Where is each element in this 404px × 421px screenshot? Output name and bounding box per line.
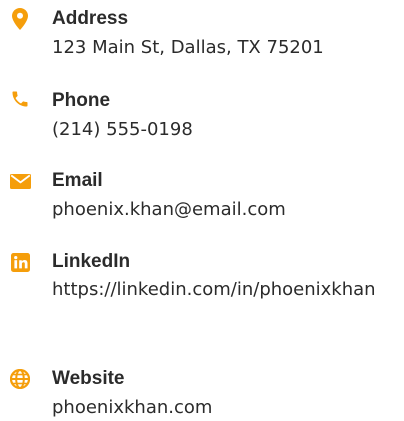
contact-value: phoenix.khan@email.com: [52, 199, 286, 220]
phone-icon: [9, 88, 31, 110]
contact-list: Address 123 Main St, Dallas, TX 75201 Ph…: [0, 0, 404, 421]
contact-value: 123 Main St, Dallas, TX 75201: [52, 37, 324, 58]
contact-label: Website: [52, 368, 125, 389]
contact-label: Phone: [52, 90, 111, 111]
contact-value: phoenixkhan.com: [52, 397, 213, 418]
envelope-icon: [9, 170, 31, 192]
contact-label: Email: [52, 170, 103, 191]
map-pin-icon: [9, 8, 31, 30]
globe-icon: [9, 368, 31, 390]
linkedin-icon: [9, 251, 31, 273]
contact-value: https://linkedin.com/in/phoenixkhan: [52, 279, 376, 300]
contact-label: Address: [52, 8, 129, 29]
contact-value: (214) 555-0198: [52, 119, 193, 140]
contact-label: LinkedIn: [52, 251, 131, 272]
